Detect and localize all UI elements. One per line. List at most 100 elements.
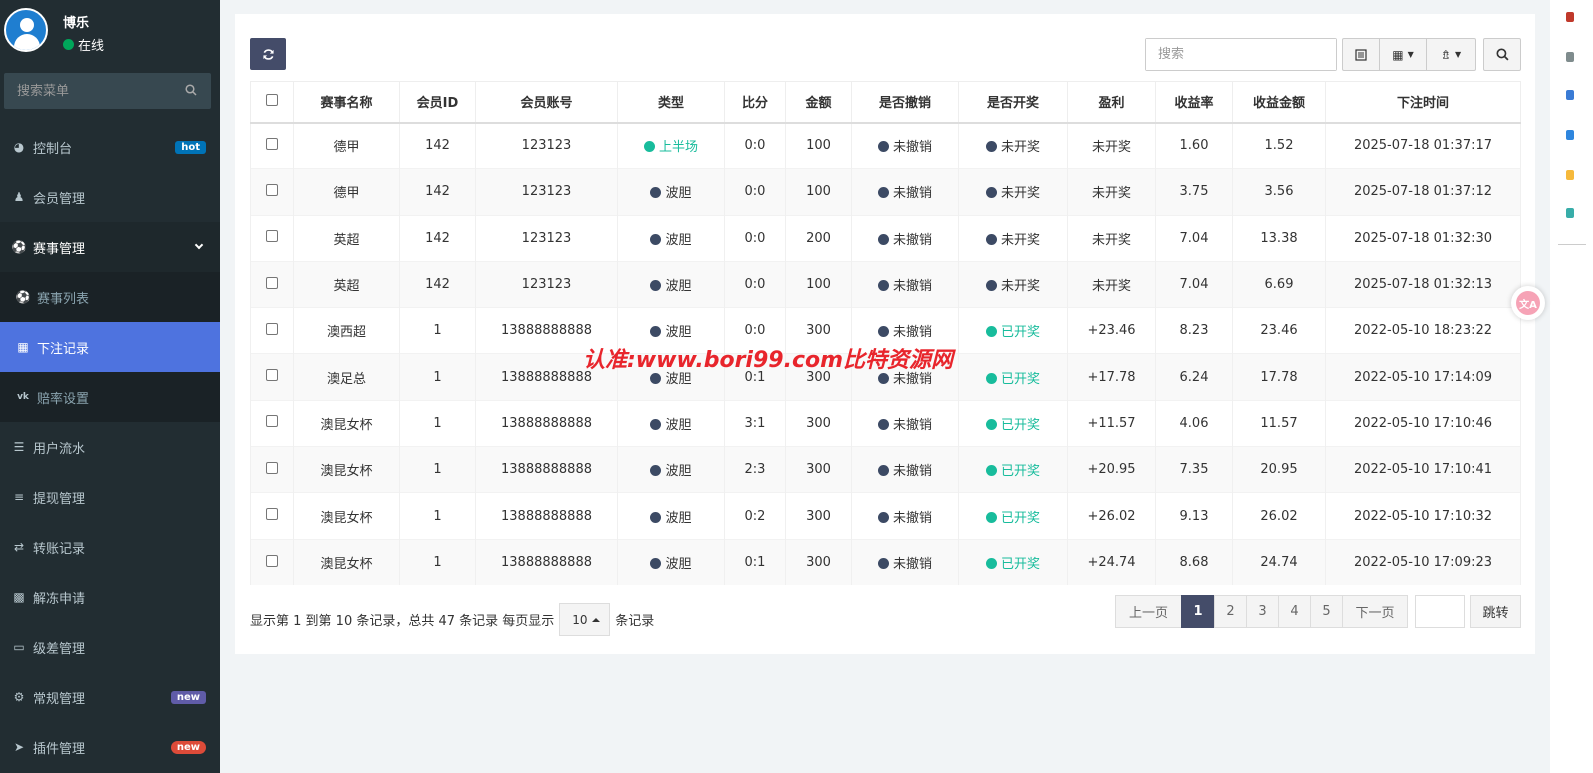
sidebar-item-odds-settings[interactable]: vk 赔率设置 <box>0 372 220 422</box>
sidebar-item-label: 常规管理 <box>33 691 86 707</box>
goto-page-input[interactable] <box>1415 595 1465 628</box>
prev-page-button[interactable]: 上一页 <box>1115 595 1182 628</box>
page-size-select[interactable]: 10 <box>559 603 611 636</box>
col-header[interactable]: 金额 <box>785 81 852 124</box>
page-button[interactable]: 2 <box>1214 595 1247 628</box>
toggle-view-button[interactable] <box>1342 38 1380 71</box>
table-cell: 300 <box>785 538 852 586</box>
sidebar-item-dashboard[interactable]: ◕ 控制台 hot <box>0 122 220 172</box>
cell-text: 123123 <box>521 230 572 246</box>
soccer-ball-icon: ⚽ <box>15 290 31 304</box>
col-header[interactable]: 收益率 <box>1155 81 1233 124</box>
sidebar-item-plugins[interactable]: ➤ 插件管理 new <box>0 722 220 772</box>
row-checkbox[interactable] <box>266 137 278 150</box>
sidebar-item-label: 提现管理 <box>33 491 86 507</box>
table-row[interactable]: 英超 142 123123 波胆 0:0 200 未撤销 未开奖 未开奖 7.04 13.38 202… <box>250 214 1521 262</box>
cell-text: 17.78 <box>1260 369 1298 385</box>
col-header[interactable]: 类型 <box>617 81 725 124</box>
col-header[interactable]: 盈利 <box>1067 81 1156 124</box>
list-icon: ≡ <box>13 490 25 504</box>
table-row[interactable]: 澳昆女杯 1 13888888888 波胆 3:1 300 未撤销 已开奖 +11.57 4.06… <box>250 399 1521 447</box>
sidebar-item-events[interactable]: ⚽ 赛事管理 <box>0 222 220 272</box>
col-header[interactable]: 比分 <box>724 81 786 124</box>
table-row[interactable]: 德甲 142 123123 上半场 0:0 100 未撤销 未开奖 未开奖 1.60 1.52 202… <box>250 121 1521 169</box>
table-cell: 2025-07-18 01:37:12 <box>1325 168 1521 216</box>
extension-icon[interactable] <box>1566 208 1574 218</box>
avatar[interactable] <box>4 8 48 52</box>
page-button[interactable]: 1 <box>1181 595 1215 628</box>
page-button[interactable]: 5 <box>1310 595 1343 628</box>
row-checkbox[interactable] <box>266 554 278 567</box>
new-badge: new <box>170 690 206 704</box>
cell-text: 英超 <box>333 232 360 248</box>
search-button[interactable] <box>1483 38 1521 71</box>
col-header[interactable]: 赛事名称 <box>293 81 400 124</box>
col-header[interactable]: 是否开奖 <box>958 81 1068 124</box>
bars-icon: ☰ <box>13 440 25 454</box>
col-header[interactable]: 下注时间 <box>1325 81 1521 124</box>
row-checkbox[interactable] <box>266 183 278 196</box>
table-row[interactable]: 澳昆女杯 1 13888888888 波胆 0:2 300 未撤销 已开奖 +26.02 9.13… <box>250 492 1521 540</box>
row-checkbox[interactable] <box>266 369 278 382</box>
sidebar-item-user-flow[interactable]: ☰ 用户流水 <box>0 422 220 472</box>
row-checkbox[interactable] <box>266 322 278 335</box>
table-cell: 26.02 <box>1232 492 1326 540</box>
sidebar-item-general[interactable]: ⚙ 常规管理 new <box>0 672 220 722</box>
table-cell: 2022-05-10 18:23:22 <box>1325 307 1521 354</box>
page-button[interactable]: 4 <box>1278 595 1311 628</box>
cell-text: 波胆 <box>665 232 692 248</box>
page-button[interactable]: 3 <box>1246 595 1279 628</box>
row-checkbox[interactable] <box>266 276 278 289</box>
menu-search-input[interactable] <box>4 73 179 109</box>
table-search-input[interactable] <box>1146 39 1336 70</box>
goto-button[interactable]: 跳转 <box>1470 595 1521 628</box>
row-checkbox[interactable] <box>266 230 278 243</box>
cell-text: 6.69 <box>1264 277 1294 293</box>
col-header[interactable]: 会员账号 <box>475 81 618 124</box>
table-cell: 8.23 <box>1155 307 1233 354</box>
table-cell: +26.02 <box>1067 492 1156 540</box>
table-row[interactable]: 澳昆女杯 1 13888888888 波胆 2:3 300 未撤销 已开奖 +20.95 7.35… <box>250 446 1521 493</box>
table-cell: 0:0 <box>724 214 786 262</box>
col-header[interactable]: 会员ID <box>399 81 476 124</box>
col-header[interactable]: 是否撤销 <box>851 81 959 124</box>
sidebar-item-bet-records[interactable]: ▦ 下注记录 <box>0 322 220 372</box>
row-checkbox[interactable] <box>266 508 278 521</box>
cell-text: 2025-07-18 01:32:30 <box>1353 230 1493 246</box>
search-icon[interactable] <box>185 84 197 96</box>
extension-icon[interactable] <box>1566 170 1574 180</box>
export-button[interactable]: ⇯ ▼ <box>1426 38 1476 71</box>
cell-text: 2022-05-10 17:09:23 <box>1353 555 1493 571</box>
refresh-button[interactable] <box>250 38 286 70</box>
table-row[interactable]: 澳昆女杯 1 13888888888 波胆 0:1 300 未撤销 已开奖 +24.74 8.68… <box>250 538 1521 586</box>
sidebar-item-members[interactable]: ♟ 会员管理 <box>0 172 220 222</box>
extension-icon[interactable] <box>1566 130 1574 140</box>
table-row[interactable]: 德甲 142 123123 波胆 0:0 100 未撤销 未开奖 未开奖 3.75 3.56 2025… <box>250 168 1521 216</box>
extension-icon[interactable] <box>1566 90 1574 100</box>
sidebar-item-tiers[interactable]: ▭ 级差管理 <box>0 622 220 672</box>
status-dot-icon <box>877 280 889 292</box>
extension-icon[interactable] <box>1566 52 1574 62</box>
status-dot-icon <box>877 465 889 477</box>
row-checkbox[interactable] <box>266 461 278 474</box>
extension-icon[interactable] <box>1566 12 1574 22</box>
watermark: 认准:www.bori99.com比特资源网 <box>583 348 954 373</box>
table-cell: 未开奖 <box>958 121 1068 169</box>
cell-text: 未开奖 <box>1091 232 1131 248</box>
translate-float-button[interactable]: 文A <box>1511 286 1545 320</box>
col-header[interactable]: 收益金额 <box>1232 81 1326 124</box>
sidebar-item-withdrawals[interactable]: ≡ 提现管理 <box>0 472 220 522</box>
status-dot-icon <box>650 326 662 338</box>
row-checkbox[interactable] <box>266 415 278 428</box>
next-page-button[interactable]: 下一页 <box>1342 595 1408 628</box>
table-cell: 2025-07-18 01:32:13 <box>1325 260 1521 308</box>
table-row[interactable]: 英超 142 123123 波胆 0:0 100 未撤销 未开奖 未开奖 7.04 6.69 2025… <box>250 260 1521 308</box>
select-all-checkbox[interactable] <box>266 93 278 106</box>
cell-text: 1.52 <box>1264 138 1294 154</box>
sidebar-item-label: 会员管理 <box>33 191 86 207</box>
sidebar-item-event-list[interactable]: ⚽ 赛事列表 <box>0 272 220 322</box>
sidebar-item-transfers[interactable]: ⇄ 转账记录 <box>0 522 220 572</box>
columns-button[interactable]: ▦ ▼ <box>1379 38 1427 71</box>
sidebar-item-unfreeze[interactable]: ▩ 解冻申请 <box>0 572 220 622</box>
status-dot-icon <box>650 558 662 570</box>
